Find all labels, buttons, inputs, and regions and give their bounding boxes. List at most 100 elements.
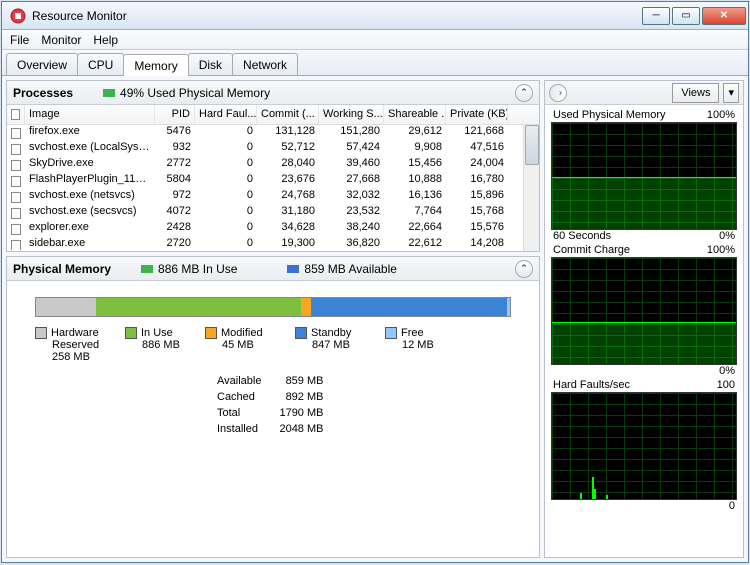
- tab-disk[interactable]: Disk: [188, 53, 233, 75]
- cell-private: 15,768: [446, 205, 508, 221]
- g1-top: 100%: [707, 109, 735, 121]
- cell-image: svchost.exe (secsvcs): [25, 205, 155, 221]
- col-private[interactable]: Private (KB): [446, 105, 508, 124]
- table-row[interactable]: svchost.exe (secsvcs)4072031,18023,5327,…: [7, 205, 539, 221]
- cell-shareable: 22,664: [384, 221, 446, 237]
- scrollbar-thumb[interactable]: [525, 125, 539, 165]
- cell-pid: 5476: [155, 125, 195, 141]
- cell-shareable: 9,908: [384, 141, 446, 157]
- minimize-button[interactable]: ─: [642, 7, 670, 25]
- scrollbar[interactable]: [523, 125, 539, 251]
- checkbox[interactable]: [11, 176, 21, 187]
- checkbox[interactable]: [11, 160, 21, 171]
- cell-working: 27,668: [319, 173, 384, 189]
- checkbox-all[interactable]: [11, 109, 20, 120]
- cell-commit: 28,040: [257, 157, 319, 173]
- cell-pid: 2428: [155, 221, 195, 237]
- cell-pid: 2772: [155, 157, 195, 173]
- physmem-inuse-hdr: 886 MB In Use: [158, 262, 237, 276]
- col-working[interactable]: Working S...: [319, 105, 384, 124]
- processes-table: Image PID Hard Faul... Commit (... Worki…: [7, 105, 539, 251]
- physmem-header[interactable]: Physical Memory 886 MB In Use 859 MB Ava…: [7, 257, 539, 281]
- checkbox[interactable]: [11, 224, 21, 235]
- cell-working: 23,532: [319, 205, 384, 221]
- physmem-avail-hdr: 859 MB Available: [304, 262, 397, 276]
- cell-pid: 932: [155, 141, 195, 157]
- views-button[interactable]: Views: [672, 83, 719, 103]
- legend-hardware: HardwareReserved258 MB: [35, 327, 125, 363]
- col-image[interactable]: Image: [25, 105, 155, 124]
- checkbox[interactable]: [11, 128, 21, 139]
- cell-shareable: 7,764: [384, 205, 446, 221]
- checkbox[interactable]: [11, 192, 21, 203]
- g1-xlabel: 60 Seconds: [553, 230, 611, 242]
- cell-hard: 0: [195, 189, 257, 205]
- menu-monitor[interactable]: Monitor: [41, 33, 81, 47]
- cell-working: 57,424: [319, 141, 384, 157]
- g3-bottom: 0: [729, 500, 735, 512]
- cell-commit: 52,712: [257, 141, 319, 157]
- col-shareable[interactable]: Shareable ...: [384, 105, 446, 124]
- views-dropdown-icon[interactable]: ▾: [723, 83, 739, 103]
- cell-hard: 0: [195, 125, 257, 141]
- legend-modified: Modified45 MB: [205, 327, 295, 363]
- checkbox[interactable]: [11, 208, 21, 219]
- tab-network[interactable]: Network: [232, 53, 298, 75]
- chevron-right-icon[interactable]: ⌃: [549, 84, 567, 102]
- cell-hard: 0: [195, 237, 257, 250]
- bar-seg-hardware: [36, 298, 96, 316]
- col-commit[interactable]: Commit (...: [257, 105, 319, 124]
- processes-header[interactable]: Processes 49% Used Physical Memory ⌃: [7, 81, 539, 105]
- menu-file[interactable]: File: [10, 33, 29, 47]
- physmem-panel: Physical Memory 886 MB In Use 859 MB Ava…: [6, 256, 540, 558]
- table-row[interactable]: svchost.exe (LocalSystemN...932052,71257…: [7, 141, 539, 157]
- stat-available-value: 859 MB: [279, 373, 323, 389]
- col-hard[interactable]: Hard Faul...: [195, 105, 257, 124]
- chevron-up-icon[interactable]: ⌃: [515, 260, 533, 278]
- processes-title: Processes: [13, 86, 73, 100]
- close-button[interactable]: ✕: [702, 7, 746, 25]
- cell-commit: 19,300: [257, 237, 319, 250]
- bar-seg-modified: [301, 298, 311, 316]
- stat-total-value: 1790 MB: [279, 405, 323, 421]
- cell-private: 47,516: [446, 141, 508, 157]
- chevron-up-icon[interactable]: ⌃: [515, 84, 533, 102]
- table-row[interactable]: svchost.exe (netsvcs)972024,76832,03216,…: [7, 189, 539, 205]
- app-icon: [10, 8, 26, 24]
- cell-private: 121,668: [446, 125, 508, 141]
- g3-top: 100: [717, 379, 735, 391]
- menu-help[interactable]: Help: [93, 33, 118, 47]
- graph-used-memory: [551, 122, 737, 230]
- cell-image: svchost.exe (LocalSystemN...: [25, 141, 155, 157]
- cell-working: 39,460: [319, 157, 384, 173]
- table-row[interactable]: SkyDrive.exe2772028,04039,46015,45624,00…: [7, 157, 539, 173]
- stat-available-label: Available: [217, 373, 261, 389]
- cell-working: 36,820: [319, 237, 384, 250]
- cell-shareable: 15,456: [384, 157, 446, 173]
- checkbox[interactable]: [11, 240, 21, 251]
- table-row[interactable]: sidebar.exe2720019,30036,82022,61214,208: [7, 237, 539, 250]
- table-row[interactable]: firefox.exe54760131,128151,28029,612121,…: [7, 125, 539, 141]
- cell-pid: 4072: [155, 205, 195, 221]
- checkbox[interactable]: [11, 144, 21, 155]
- col-pid[interactable]: PID: [155, 105, 195, 124]
- g3-title: Hard Faults/sec: [553, 379, 630, 391]
- graph-commit-charge: [551, 257, 737, 365]
- cell-image: FlashPlayerPlugin_11_4_402...: [25, 173, 155, 189]
- table-header: Image PID Hard Faul... Commit (... Worki…: [7, 105, 539, 125]
- cell-hard: 0: [195, 173, 257, 189]
- tab-overview[interactable]: Overview: [6, 53, 78, 75]
- g2-title: Commit Charge: [553, 244, 630, 256]
- cell-commit: 131,128: [257, 125, 319, 141]
- cell-image: SkyDrive.exe: [25, 157, 155, 173]
- table-row[interactable]: explorer.exe2428034,62838,24022,66415,57…: [7, 221, 539, 237]
- memory-stats: Available Cached Total Installed 859 MB …: [217, 373, 529, 437]
- cell-commit: 24,768: [257, 189, 319, 205]
- tab-memory[interactable]: Memory: [123, 54, 188, 76]
- table-row[interactable]: FlashPlayerPlugin_11_4_402...5804023,676…: [7, 173, 539, 189]
- tab-cpu[interactable]: CPU: [77, 53, 124, 75]
- titlebar[interactable]: Resource Monitor ─ ▭ ✕: [2, 2, 748, 30]
- maximize-button[interactable]: ▭: [672, 7, 700, 25]
- physmem-title: Physical Memory: [13, 262, 111, 276]
- cell-shareable: 22,612: [384, 237, 446, 250]
